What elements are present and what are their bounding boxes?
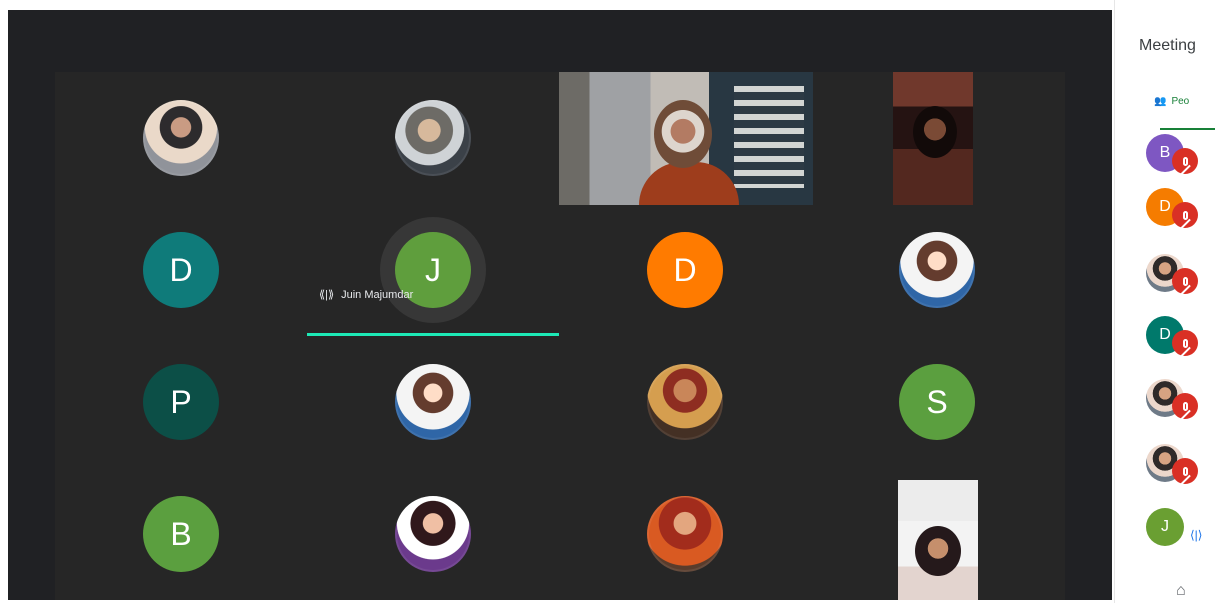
participant-video-feed[interactable] [559,72,813,205]
mic-muted-badge [1172,268,1198,294]
mic-muted-badge [1172,330,1198,356]
participant-tile[interactable]: D [55,204,307,336]
participant-face [915,526,961,576]
active-speaker-name: Juin Majumdar [341,288,414,301]
active-speaker-label: ⟪|⟫ Juin Majumdar [319,288,414,302]
audio-level-icon: ⟪|⟫ [319,289,335,301]
participant-avatar-initial: P [143,364,219,440]
participant-list-item[interactable]: B [1146,134,1215,176]
mic-off-icon [1182,401,1188,411]
audio-level-icon: ⟨|⟩ [1190,528,1203,542]
meeting-stage: D J ⟪|⟫ Juin Majumdar D P S B [8,10,1112,600]
participant-tile[interactable] [559,336,811,468]
participant-video-portrait[interactable] [898,480,978,600]
participant-avatar-initial: D [143,232,219,308]
panel-title: Meeting [1139,37,1196,54]
participant-tile[interactable] [55,72,307,204]
participant-avatar [647,496,723,572]
mic-off-icon [1182,156,1188,166]
mic-muted-badge [1172,458,1198,484]
participant-tile[interactable]: P [55,336,307,468]
participant-avatar [395,496,471,572]
participant-avatar-initial: S [899,364,975,440]
participant-grid: D J ⟪|⟫ Juin Majumdar D P S B [55,72,1065,600]
participant-tile[interactable] [811,204,1063,336]
participant-tile[interactable]: S [811,336,1063,468]
participant-tile[interactable] [307,72,559,204]
participant-avatar [395,364,471,440]
participant-list-avatar: J [1146,508,1184,546]
participant-avatar [647,364,723,440]
participant-video-portrait[interactable] [893,72,973,205]
people-icon: 👥 [1154,96,1167,107]
active-speaker-tile[interactable]: J ⟪|⟫ Juin Majumdar [307,204,559,336]
mic-muted-badge [1172,393,1198,419]
people-tab[interactable]: 👥 Peo [1154,96,1189,107]
participant-list-item[interactable]: D [1146,188,1215,230]
participant-list-item[interactable]: D [1146,316,1215,358]
participant-avatar [395,100,471,176]
mic-off-icon [1182,276,1188,286]
participant-tile[interactable] [307,468,559,600]
participant-list-item[interactable] [1146,254,1215,296]
meet-screen: D J ⟪|⟫ Juin Majumdar D P S B Meeting 👥 … [0,0,1215,603]
participant-face [913,106,957,158]
meeting-details-panel: Meeting 👥 Peo B D D J ⟨|⟩ [1114,0,1215,603]
participant-avatar [143,100,219,176]
participant-list-item[interactable] [1146,379,1215,421]
active-tab-indicator [1160,128,1215,130]
mic-off-icon [1182,210,1188,220]
participant-list-item[interactable]: J ⟨|⟩ [1146,508,1215,550]
participant-tile[interactable]: D [559,204,811,336]
participant-tile[interactable]: B [55,468,307,600]
speaker-robe [639,162,739,205]
mic-off-icon [1182,466,1188,476]
participant-tile[interactable] [559,468,811,600]
participant-avatar-initial: D [647,232,723,308]
mic-muted-badge [1172,202,1198,228]
mic-muted-badge [1172,148,1198,174]
pin-icon[interactable]: ⌂ [1176,582,1186,600]
participant-tile[interactable] [307,336,559,468]
people-tab-label: Peo [1171,96,1190,107]
participant-avatar-initial: B [143,496,219,572]
participant-avatar [899,232,975,308]
mic-off-icon [1182,338,1188,348]
participant-list-item[interactable] [1146,444,1215,486]
